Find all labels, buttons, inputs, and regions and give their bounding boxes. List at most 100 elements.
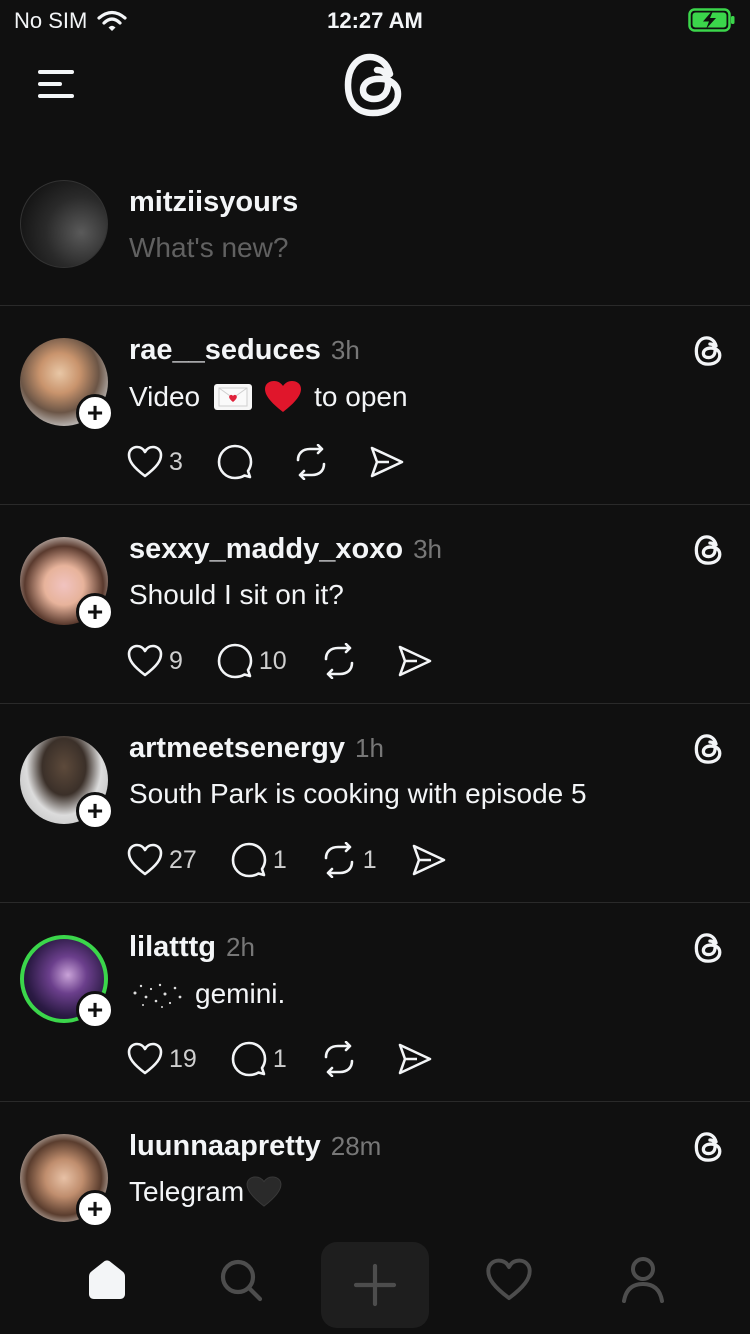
repost-icon bbox=[324, 1041, 354, 1077]
repost-count: 1 bbox=[362, 845, 377, 874]
follow-button[interactable]: + bbox=[76, 792, 114, 830]
post-time: 28m bbox=[330, 1131, 382, 1161]
follow-button[interactable]: + bbox=[76, 593, 114, 631]
share-button[interactable] bbox=[397, 644, 433, 678]
repost-icon bbox=[324, 643, 354, 679]
follow-button[interactable]: + bbox=[76, 1190, 114, 1228]
profile-icon bbox=[622, 1257, 664, 1303]
repost-icon bbox=[324, 842, 354, 878]
like-count: 3 bbox=[169, 447, 183, 476]
status-bar: No SIM 12:27 AM bbox=[0, 0, 750, 42]
post-time: 3h bbox=[413, 534, 442, 564]
reply-count: 1 bbox=[272, 1044, 287, 1073]
top-header bbox=[0, 42, 750, 142]
send-icon bbox=[398, 1043, 432, 1075]
reply-button[interactable]: 1 bbox=[231, 1041, 287, 1077]
comment-icon bbox=[231, 842, 267, 878]
post-text: Telegram bbox=[129, 1176, 282, 1208]
red-heart-icon bbox=[265, 381, 302, 412]
repost-button[interactable] bbox=[321, 643, 363, 679]
post-actions: 9 10 bbox=[127, 641, 467, 681]
like-button[interactable]: 9 bbox=[127, 644, 183, 678]
like-button[interactable]: 3 bbox=[127, 445, 183, 479]
reply-button[interactable]: 1 bbox=[231, 842, 287, 878]
menu-icon[interactable] bbox=[38, 70, 74, 98]
thread-post[interactable]: + artmeetsenergy 1h South Park is cookin… bbox=[0, 704, 750, 903]
send-icon bbox=[412, 844, 445, 876]
post-text-content: gemini. bbox=[195, 978, 286, 1009]
repost-button[interactable] bbox=[321, 1041, 363, 1077]
reply-count: 1 bbox=[272, 845, 287, 874]
threads-feed-screen: No SIM 12:27 AM mitziisyours What's new?… bbox=[0, 0, 750, 1334]
new-thread-composer[interactable]: mitziisyours What's new? bbox=[0, 160, 750, 306]
post-username[interactable]: lilatttg bbox=[129, 931, 216, 964]
reply-button[interactable]: 10 bbox=[217, 643, 287, 679]
reply-button[interactable] bbox=[217, 444, 259, 480]
thread-post[interactable]: + sexxy_maddy_xoxo 3h Should I sit on it… bbox=[0, 505, 750, 704]
post-text: gemini. bbox=[129, 977, 285, 1011]
love-letter-icon bbox=[214, 384, 253, 410]
thread-post[interactable]: + rae__seduces 3h Video to open 3 bbox=[0, 306, 750, 505]
post-time: 1h bbox=[355, 733, 384, 763]
comment-icon bbox=[231, 1041, 267, 1077]
composer-placeholder[interactable]: What's new? bbox=[129, 232, 288, 264]
follow-button[interactable]: + bbox=[76, 394, 114, 432]
share-button[interactable] bbox=[397, 1042, 433, 1076]
heart-icon bbox=[127, 1042, 163, 1075]
thread-post[interactable]: + lilatttg 2h gemini. 19 1 bbox=[0, 903, 750, 1102]
home-icon bbox=[89, 1260, 125, 1299]
post-actions: 3 bbox=[127, 442, 439, 482]
repost-button[interactable] bbox=[293, 444, 335, 480]
post-text-start: Video bbox=[129, 381, 201, 412]
battery-charging-icon bbox=[688, 8, 735, 32]
post-text: Should I sit on it? bbox=[129, 579, 344, 610]
follow-button[interactable]: + bbox=[76, 991, 114, 1029]
post-text: South Park is cooking with episode 5 bbox=[129, 778, 587, 809]
post-text-end: to open bbox=[314, 381, 408, 412]
post-time: 3h bbox=[330, 335, 360, 365]
like-count: 19 bbox=[169, 1044, 197, 1073]
post-username[interactable]: artmeetsenergy bbox=[129, 732, 345, 765]
threads-badge-icon bbox=[694, 1132, 722, 1162]
heart-icon bbox=[127, 445, 163, 478]
heart-icon bbox=[486, 1258, 532, 1301]
threads-logo-icon[interactable] bbox=[343, 50, 407, 120]
tab-profile[interactable] bbox=[611, 1248, 675, 1312]
black-heart-icon bbox=[246, 1176, 282, 1207]
comment-icon bbox=[217, 444, 253, 480]
threads-badge-icon bbox=[694, 734, 722, 764]
tab-activity[interactable] bbox=[477, 1248, 541, 1312]
repost-button[interactable]: 1 bbox=[321, 842, 377, 878]
threads-badge-icon bbox=[694, 535, 722, 565]
heart-icon bbox=[127, 843, 163, 876]
avatar[interactable] bbox=[20, 180, 108, 268]
heart-icon bbox=[127, 644, 163, 677]
sparkle-icon bbox=[133, 983, 182, 1008]
post-username[interactable]: sexxy_maddy_xoxo bbox=[129, 533, 403, 566]
tab-home[interactable] bbox=[75, 1248, 139, 1312]
share-button[interactable] bbox=[369, 445, 405, 479]
post-time: 2h bbox=[226, 932, 255, 962]
like-button[interactable]: 27 bbox=[127, 843, 197, 877]
post-actions: 27 1 1 bbox=[127, 840, 481, 880]
post-text: Video to open bbox=[129, 380, 408, 414]
send-icon bbox=[398, 645, 432, 677]
share-button[interactable] bbox=[411, 843, 447, 877]
bottom-tab-bar bbox=[0, 1230, 750, 1334]
repost-icon bbox=[296, 444, 326, 480]
threads-badge-icon bbox=[694, 933, 722, 963]
tab-compose[interactable] bbox=[321, 1242, 429, 1328]
post-username[interactable]: rae__seduces bbox=[129, 334, 321, 367]
like-button[interactable]: 19 bbox=[127, 1042, 197, 1076]
post-username[interactable]: luunnaapretty bbox=[129, 1130, 321, 1163]
like-count: 27 bbox=[169, 845, 197, 874]
comment-icon bbox=[217, 643, 253, 679]
threads-badge-icon bbox=[694, 336, 722, 366]
post-actions: 19 1 bbox=[127, 1039, 467, 1079]
send-icon bbox=[370, 446, 404, 478]
like-count: 9 bbox=[169, 646, 183, 675]
tab-search[interactable] bbox=[209, 1248, 273, 1312]
composer-username: mitziisyours bbox=[129, 186, 299, 218]
search-icon bbox=[220, 1259, 263, 1302]
reply-count: 10 bbox=[258, 646, 287, 675]
